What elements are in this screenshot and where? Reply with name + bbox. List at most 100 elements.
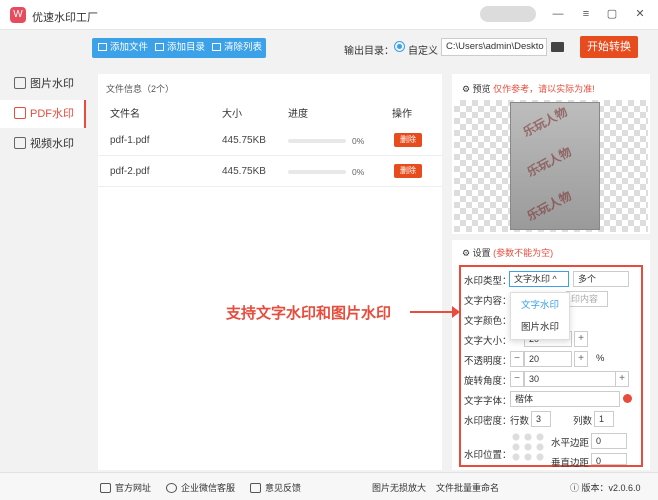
wechat-support-link[interactable]: 企业微信客服 — [166, 481, 235, 494]
annotation-text: 支持文字水印和图片水印 — [226, 305, 392, 322]
delete-button[interactable]: 删除 — [394, 164, 422, 178]
font-label: 文字字体： — [464, 396, 512, 407]
add-file-icon — [98, 43, 107, 51]
watermark-text: 乐玩人物 — [520, 104, 570, 140]
sidebar-item-image-watermark[interactable]: 图片水印 — [0, 70, 86, 98]
preview-panel: ⚙ 预览 仅作参考，请以实际为准! 乐玩人物 乐玩人物 乐玩人物 — [452, 74, 650, 234]
opacity-plus[interactable]: + — [574, 351, 588, 367]
watermark-type-dropdown: 文字水印 图片水印 — [510, 292, 570, 340]
add-directory-button[interactable]: 添加目录 — [155, 38, 205, 58]
file-list-panel: 文件信息（2个） 文件名 大小 进度 操作 pdf-1.pdf 445.75KB… — [98, 74, 442, 470]
feedback-icon — [250, 483, 261, 493]
opacity-minus[interactable]: − — [510, 351, 524, 367]
footer: 官方网址 企业微信客服 意见反馈 图片无损放大 文件批量重命名 ⓘ 版本：v2.… — [0, 472, 658, 500]
progress-bar — [288, 139, 346, 143]
folder-icon[interactable] — [551, 42, 564, 52]
sidebar-item-video-watermark[interactable]: 视频水印 — [0, 130, 86, 158]
rotation-input[interactable]: 30 — [524, 371, 616, 387]
position-grid[interactable] — [510, 432, 546, 462]
settings-title: ⚙ 设置 (参数不能为空) — [462, 246, 553, 259]
monitor-icon — [100, 483, 111, 493]
vertical-margin-input[interactable]: 0 — [591, 453, 627, 466]
column-header-size: 大小 — [222, 109, 242, 120]
sidebar: 图片水印 PDF水印 视频水印 — [0, 30, 86, 470]
close-button[interactable]: ✕ — [632, 6, 648, 22]
custom-radio-label: 自定义 — [408, 46, 438, 57]
pdf-icon — [14, 107, 26, 119]
feedback-label: 意见反馈 — [265, 483, 302, 493]
title-bar: W 优速水印工厂 — ≡ ▢ ✕ — [0, 0, 658, 30]
preview-label: 预览 — [472, 84, 491, 94]
table-row: pdf-1.pdf 445.75KB 0% 删除 — [98, 125, 442, 156]
output-path-input[interactable]: C:\Users\admin\Deskto — [441, 38, 547, 56]
app-logo-icon: W — [10, 7, 26, 23]
preview-canvas: 乐玩人物 乐玩人物 乐玩人物 — [454, 100, 648, 232]
column-header-action: 操作 — [392, 109, 412, 120]
rows-input[interactable]: 3 — [531, 411, 551, 427]
video-icon — [14, 137, 26, 149]
watermark-text: 乐玩人物 — [524, 188, 574, 224]
warning-icon — [623, 394, 632, 403]
sidebar-item-label: 视频水印 — [30, 138, 74, 150]
watermark-type-select[interactable]: 文字水印 ^ — [509, 271, 569, 287]
position-label: 水印位置： — [464, 450, 512, 461]
restore-button[interactable]: ▢ — [604, 6, 620, 22]
add-directory-label: 添加目录 — [167, 42, 206, 53]
custom-radio[interactable] — [394, 41, 405, 52]
rotation-label: 旋转角度： — [464, 376, 512, 387]
info-icon: ⓘ — [570, 483, 582, 493]
progress-bar — [288, 170, 346, 174]
opacity-label: 不透明度： — [464, 356, 512, 367]
pdf-page-preview: 乐玩人物 乐玩人物 乐玩人物 — [510, 102, 600, 230]
cols-input[interactable]: 1 — [594, 411, 614, 427]
rotation-minus[interactable]: − — [510, 371, 524, 387]
file-size: 445.75KB — [222, 166, 266, 177]
website-link[interactable]: 官方网址 — [100, 481, 151, 494]
add-file-button[interactable]: 添加文件 — [98, 38, 148, 58]
arrow-head-icon — [452, 306, 460, 318]
watermark-count-select[interactable]: 多个 — [573, 271, 629, 287]
wechat-label: 企业微信客服 — [181, 483, 236, 493]
horizontal-margin-input[interactable]: 0 — [591, 433, 627, 449]
website-label: 官方网址 — [115, 483, 152, 493]
table-row: pdf-2.pdf 445.75KB 0% 删除 — [98, 156, 442, 187]
horizontal-margin-label: 水平边距 — [551, 438, 590, 449]
file-name: pdf-1.pdf — [110, 135, 150, 146]
opacity-unit: % — [596, 353, 605, 364]
sidebar-item-pdf-watermark[interactable]: PDF水印 — [0, 100, 86, 128]
user-avatar[interactable] — [480, 6, 536, 22]
output-dir-label: 输出目录： — [344, 46, 394, 57]
start-convert-button[interactable]: 开始转换 — [580, 36, 638, 58]
progress-percent: 0% — [352, 136, 365, 146]
version-label: ⓘ 版本：v2.0.6.0 — [570, 481, 641, 494]
clear-list-label: 清除列表 — [224, 42, 263, 53]
settings-label: 设置 — [472, 248, 491, 258]
file-name: pdf-2.pdf — [110, 166, 150, 177]
chat-icon — [166, 483, 177, 493]
delete-button[interactable]: 删除 — [394, 133, 422, 147]
dropdown-option-text-watermark[interactable]: 文字水印 — [511, 295, 569, 317]
version-text: 版本：v2.0.6.0 — [581, 483, 641, 493]
batch-rename-link[interactable]: 文件批量重命名 — [436, 481, 499, 494]
column-header-progress: 进度 — [288, 109, 308, 120]
image-enlarge-link[interactable]: 图片无损放大 — [372, 481, 426, 494]
menu-button[interactable]: ≡ — [578, 6, 594, 22]
trash-icon — [212, 43, 221, 51]
image-icon — [14, 77, 26, 89]
sidebar-item-label: PDF水印 — [30, 108, 74, 120]
preview-title: ⚙ 预览 仅作参考，请以实际为准! — [462, 82, 595, 95]
minimize-button[interactable]: — — [550, 6, 566, 22]
file-info-label: 文件信息（2个） — [106, 84, 175, 94]
watermark-text: 乐玩人物 — [524, 144, 574, 180]
feedback-link[interactable]: 意见反馈 — [250, 481, 301, 494]
settings-note: (参数不能为空) — [493, 248, 554, 258]
opacity-input[interactable]: 20 — [524, 351, 572, 367]
text-size-plus[interactable]: + — [574, 331, 588, 347]
dropdown-option-image-watermark[interactable]: 图片水印 — [511, 317, 569, 339]
toolbar: 添加文件 添加目录 清除列表 — [92, 38, 266, 58]
rotation-plus[interactable]: + — [615, 371, 629, 387]
font-select[interactable]: 楷体 — [510, 391, 620, 407]
text-content-input[interactable]: 印内容 — [566, 291, 608, 307]
density-label: 水印密度： — [464, 416, 512, 427]
clear-list-button[interactable]: 清除列表 — [212, 38, 262, 58]
